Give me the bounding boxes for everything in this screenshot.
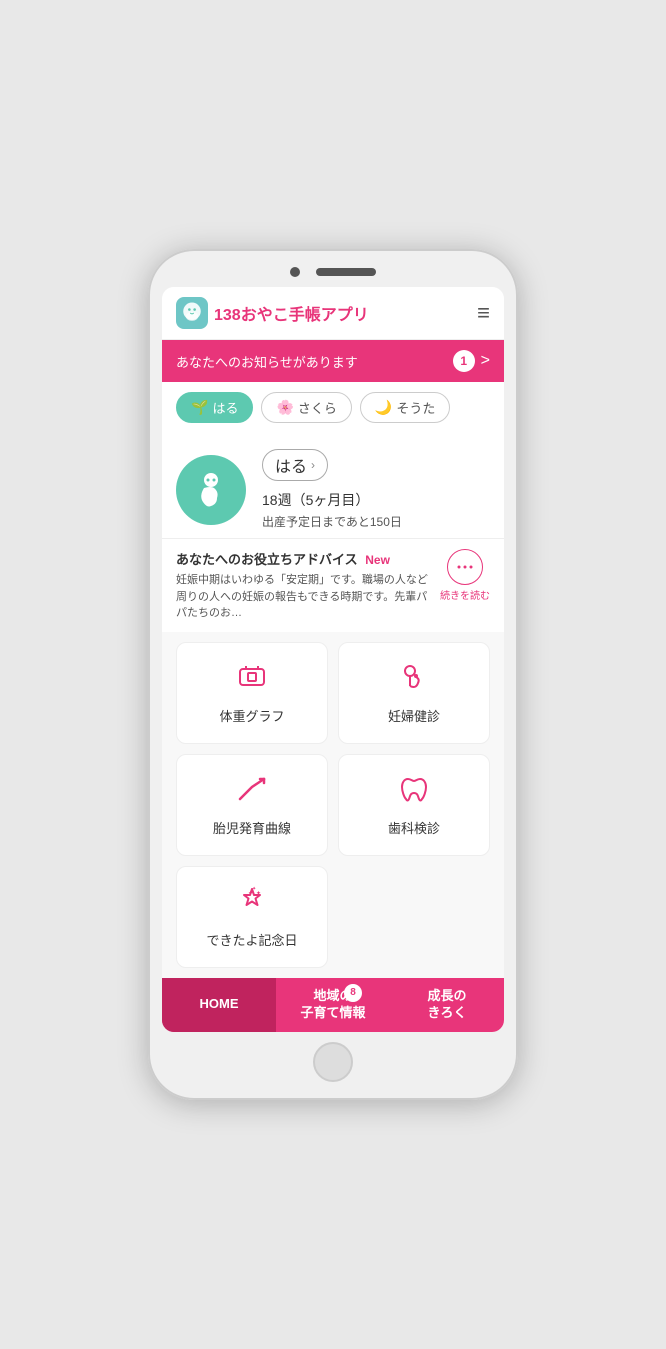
new-badge: New [365, 553, 390, 567]
months-label: （5ヶ月目） [292, 492, 370, 508]
notification-arrow: > [481, 352, 490, 370]
child-tab-souta[interactable]: 🌙 そうた [360, 392, 450, 423]
profile-section: はる › 18週（5ヶ月目） 出産予定日まであと150日 [162, 433, 504, 538]
nav-growth-label: 成長のきろく [427, 988, 466, 1022]
dental-icon [398, 773, 430, 810]
profile-avatar [176, 455, 246, 525]
milestone-icon: ✦ ✦ ✦ [236, 885, 268, 922]
child-tab-label-haru: はる [212, 398, 238, 417]
phone-bottom-bar [162, 1042, 504, 1082]
nav-home[interactable]: HOME [162, 978, 276, 1032]
chevron-right-icon: › [311, 458, 315, 472]
profile-due: 出産予定日まであと150日 [262, 513, 490, 530]
child-icon-sakura: 🌸 [276, 399, 293, 416]
profile-weeks: 18週（5ヶ月目） [262, 485, 490, 511]
profile-info: はる › 18週（5ヶ月目） 出産予定日まであと150日 [262, 449, 490, 530]
nav-local-badge: 8 [344, 984, 362, 1002]
feature-grid: 体重グラフ 妊婦健診 [162, 632, 504, 978]
child-icon-haru: 🌱 [191, 399, 208, 416]
phone-top-bar [162, 267, 504, 277]
child-tab-sakura[interactable]: 🌸 さくら [261, 392, 351, 423]
growth-curve-icon [236, 773, 268, 810]
app-logo-icon [176, 297, 208, 329]
fetus-icon [189, 468, 233, 512]
checkup-label: 妊婦健診 [388, 706, 440, 725]
weight-graph-label: 体重グラフ [219, 706, 284, 725]
nav-home-label: HOME [200, 996, 239, 1013]
feature-card-milestone[interactable]: ✦ ✦ ✦ できたよ記念日 [176, 866, 328, 968]
hamburger-icon[interactable]: ≡ [477, 300, 490, 326]
advice-text: 妊娠中期はいわゆる「安定期」です。職場の人など周りの人への妊娠の報告もできる時期… [176, 572, 432, 622]
camera-dot [290, 267, 300, 277]
bottom-nav: HOME 8 地域の子育て情報 成長のきろく [162, 978, 504, 1032]
phone-screen: 138おやこ手帳アプリ ≡ あなたへのお知らせがあります 1 > 🌱 はる 🌸 … [162, 287, 504, 1031]
weeks-number: 18 [262, 492, 278, 508]
advice-section: あなたへのお役立ちアドバイス New 妊娠中期はいわゆる「安定期」です。職場の人… [162, 538, 504, 632]
phone-frame: 138おやこ手帳アプリ ≡ あなたへのお知らせがあります 1 > 🌱 はる 🌸 … [148, 249, 518, 1099]
child-tab-haru[interactable]: 🌱 はる [176, 392, 253, 423]
app-logo-area: 138おやこ手帳アプリ [176, 297, 369, 329]
weight-graph-icon [236, 661, 268, 698]
notification-banner[interactable]: あなたへのお知らせがあります 1 > [162, 340, 504, 382]
nav-local[interactable]: 8 地域の子育て情報 [276, 978, 390, 1032]
feature-card-dental[interactable]: 歯科検診 [338, 754, 490, 856]
advice-content: あなたへのお役立ちアドバイス New 妊娠中期はいわゆる「安定期」です。職場の人… [176, 549, 432, 622]
child-tab-label-souta: そうた [396, 398, 435, 417]
speaker-bar [316, 268, 376, 276]
child-tab-label-sakura: さくら [298, 398, 337, 417]
nav-growth[interactable]: 成長のきろく [390, 978, 504, 1032]
app-title: 138おやこ手帳アプリ [214, 301, 369, 325]
notification-right: 1 > [453, 350, 490, 372]
notification-text: あなたへのお知らせがあります [176, 352, 358, 371]
feature-card-growth[interactable]: 胎児発育曲線 [176, 754, 328, 856]
home-button[interactable] [313, 1042, 353, 1082]
profile-name: はる [275, 453, 307, 477]
feature-card-checkup[interactable]: 妊婦健診 [338, 642, 490, 744]
profile-name-button[interactable]: はる › [262, 449, 328, 481]
svg-text:✦: ✦ [256, 890, 261, 897]
milestone-label: できたよ記念日 [206, 930, 297, 949]
app-header: 138おやこ手帳アプリ ≡ [162, 287, 504, 340]
read-more-button[interactable]: 続きを読む [440, 549, 490, 602]
notification-badge: 1 [453, 350, 475, 372]
feature-card-weight[interactable]: 体重グラフ [176, 642, 328, 744]
child-tabs: 🌱 はる 🌸 さくら 🌙 そうた [162, 382, 504, 433]
weeks-unit: 週 [278, 492, 292, 508]
growth-curve-label: 胎児発育曲線 [213, 818, 291, 837]
checkup-icon [398, 661, 430, 698]
dental-label: 歯科検診 [388, 818, 440, 837]
read-more-icon [447, 549, 483, 585]
advice-title: あなたへのお役立ちアドバイス New [176, 549, 432, 568]
logo-svg [178, 299, 206, 327]
child-icon-souta: 🌙 [375, 399, 392, 416]
read-more-label: 続きを読む [440, 587, 490, 602]
